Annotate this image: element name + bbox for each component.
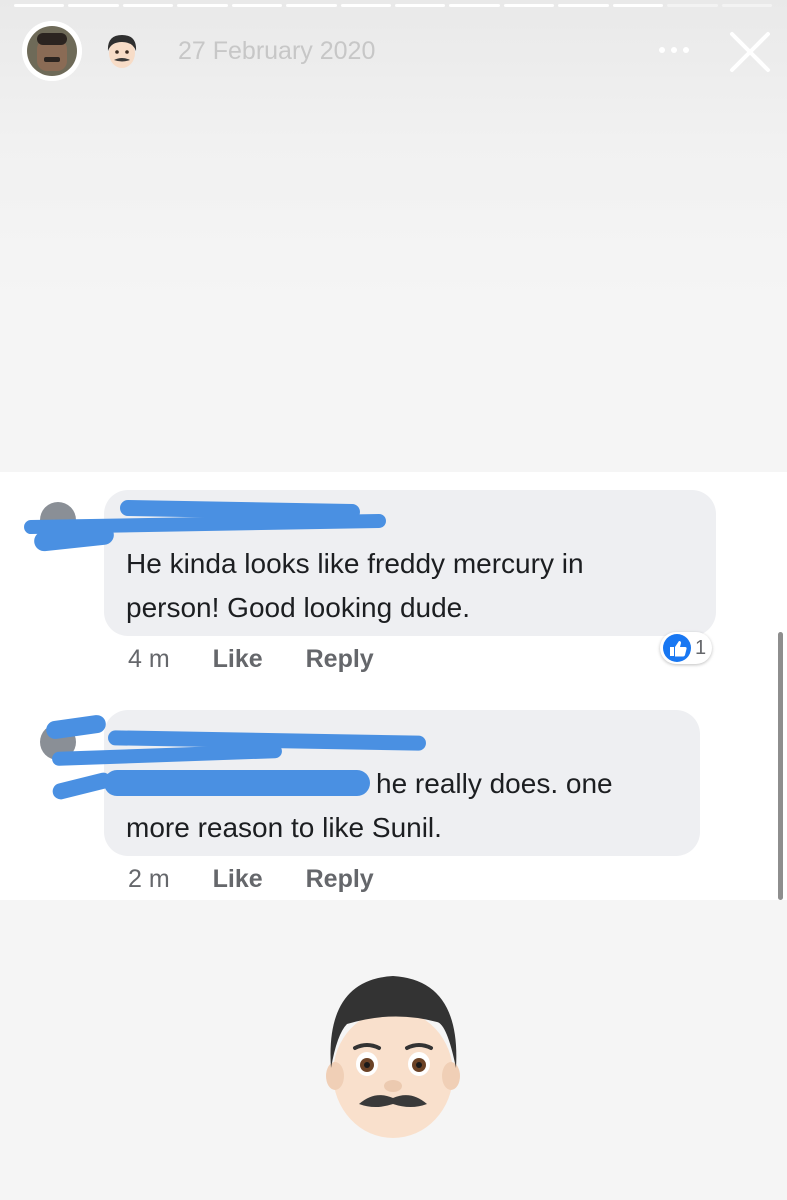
comment-text-line: more reason to like Sunil.: [126, 812, 442, 843]
comment-meta: 4 m Like Reply: [128, 645, 374, 674]
like-button[interactable]: Like: [213, 645, 263, 673]
reaction-count: 1: [695, 636, 707, 659]
like-button[interactable]: Like: [213, 865, 263, 893]
comment-text-line: person! Good looking dude.: [126, 592, 471, 623]
comment-text-line: He kinda looks like freddy mercury in: [126, 548, 584, 579]
redaction-scribble: [104, 770, 370, 796]
reaction-badge[interactable]: 1: [660, 632, 713, 664]
reply-button[interactable]: Reply: [306, 865, 374, 893]
story-date: 27 February 2020: [178, 37, 376, 65]
comment-time: 4 m: [128, 645, 170, 673]
scrollbar: [778, 632, 783, 900]
comment-meta: 2 m Like Reply: [128, 865, 374, 894]
profile-avatar[interactable]: [22, 21, 82, 81]
story-header: 27 February 2020: [0, 0, 787, 100]
thumbs-up-icon: [663, 634, 691, 662]
more-options-icon[interactable]: [656, 38, 692, 62]
reply-button[interactable]: Reply: [306, 645, 374, 673]
mustache-man-emoji-icon[interactable]: [325, 972, 462, 1142]
comment-time: 2 m: [128, 865, 170, 893]
close-icon[interactable]: [728, 30, 772, 74]
mustache-man-emoji-icon: [107, 35, 137, 68]
